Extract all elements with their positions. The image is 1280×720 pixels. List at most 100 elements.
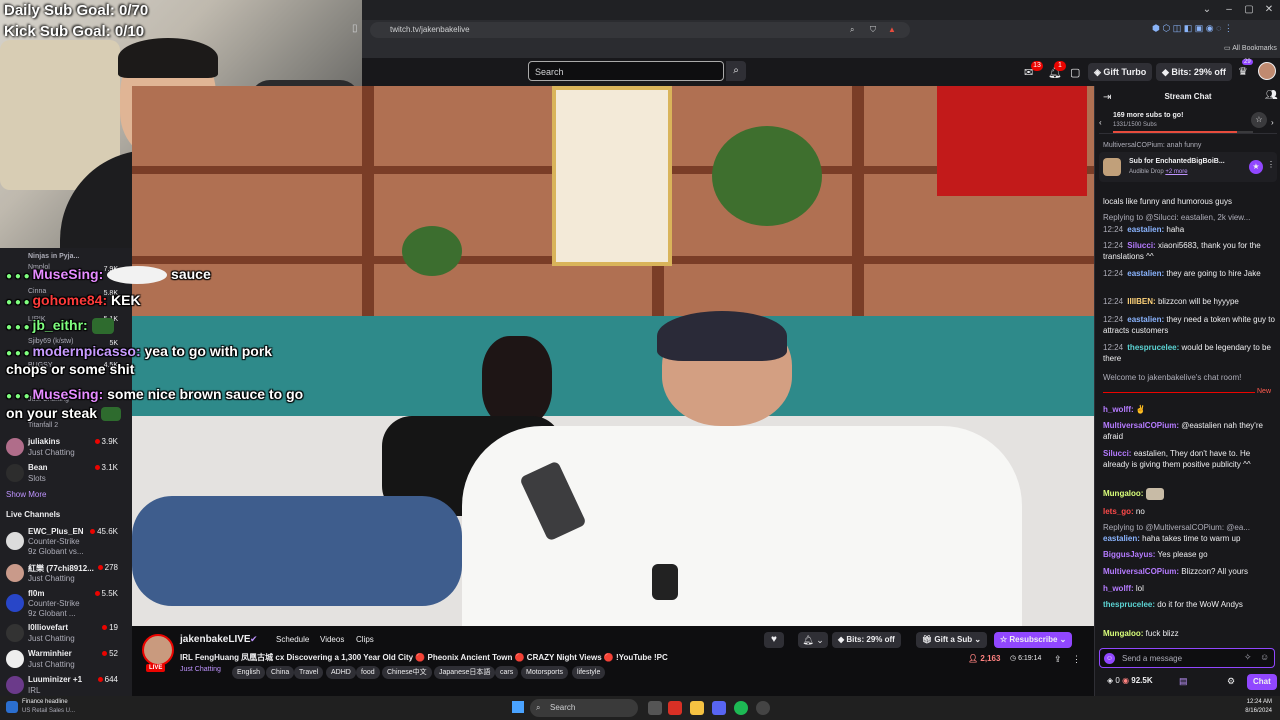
- live-channel-item[interactable]: fl0m Counter-Strike 9z Globant ... 5.5K: [0, 586, 132, 620]
- show-more-link[interactable]: Show More: [6, 490, 46, 499]
- chat-reply: Replying to @MultiversalCOPium: @ea...: [1103, 523, 1250, 532]
- zoom-icon[interactable]: ⌕: [850, 22, 854, 38]
- spotify-icon[interactable]: [734, 701, 748, 715]
- gift-icon[interactable]: ▤: [1179, 676, 1188, 687]
- search-icon[interactable]: ⌕: [726, 61, 746, 81]
- alert-icon[interactable]: ▲: [888, 22, 896, 38]
- prime-crown-icon[interactable]: ♛: [1238, 65, 1248, 78]
- users-icon[interactable]: 👥︎: [1265, 90, 1278, 101]
- close-icon[interactable]: ✕: [1260, 3, 1278, 17]
- viewer-count: 3.9K: [94, 437, 118, 446]
- tag-motorsports[interactable]: Motorsports: [521, 666, 568, 679]
- badge-icon[interactable]: ☺: [1104, 653, 1115, 664]
- folder-icon[interactable]: [690, 701, 704, 715]
- tag-japanese[interactable]: Japanese日本語: [434, 666, 496, 679]
- kick-sub-goal: Kick Sub Goal: 0/10: [4, 23, 145, 40]
- more-options-icon[interactable]: ⋮: [1267, 160, 1275, 169]
- extensions-icons[interactable]: ⬢ ⬡ ◫ ◧ ▣ ◉ ◌ ⋮: [1152, 23, 1233, 34]
- chat-message: 12:24 eastalien: haha: [1103, 225, 1185, 234]
- stream-category[interactable]: Just Chatting: [180, 666, 221, 673]
- channel-name: Bean: [28, 463, 48, 472]
- url-field[interactable]: twitch.tv/jakenbakelive ⌕ ⛉ ▲: [370, 22, 910, 38]
- obs-icon[interactable]: [756, 701, 770, 715]
- hype-progress: 1331/1500 Subs: [1113, 122, 1157, 128]
- video-player[interactable]: [132, 86, 1094, 626]
- tab-clips[interactable]: Clips: [356, 635, 374, 644]
- discord-icon[interactable]: [712, 701, 726, 715]
- viewer-count: 278: [97, 563, 118, 572]
- gift-turbo-button[interactable]: ◈ Gift Turbo: [1088, 63, 1153, 81]
- drop-card[interactable]: Sub for EnchantedBigBoiB... Audible Drop…: [1099, 152, 1277, 182]
- windows-start-icon[interactable]: [512, 701, 524, 713]
- channel-avatar[interactable]: [142, 634, 174, 666]
- star-icon[interactable]: ☆: [1251, 112, 1267, 128]
- channel-game: Just Chatting: [28, 448, 75, 457]
- bookmark-icon[interactable]: ▯: [352, 23, 358, 34]
- more-options-icon[interactable]: ⋮: [1072, 654, 1081, 665]
- tag-china[interactable]: China: [266, 666, 295, 679]
- all-bookmarks[interactable]: ▭ All Bookmarks: [1224, 44, 1277, 52]
- chat-message: MultiversalCOPium: @eastalien nah they'r…: [1103, 421, 1263, 441]
- chat-message: 12:24 eastalien: they need a token white…: [1103, 315, 1275, 335]
- minimize-icon[interactable]: –: [1220, 3, 1238, 17]
- channel-game: Just Chatting: [28, 574, 75, 583]
- channel-game: IRL: [28, 686, 41, 695]
- gift-icon: 🎁︎: [922, 635, 935, 644]
- taskbar-time[interactable]: 12:24 AM: [1220, 699, 1272, 705]
- tag-english[interactable]: English: [232, 666, 265, 679]
- tab-videos[interactable]: Videos: [320, 635, 344, 644]
- search-input[interactable]: Search: [528, 61, 724, 81]
- taskbar-date[interactable]: 8/16/2024: [1220, 708, 1272, 714]
- channel-name[interactable]: jakenbakeLIVE: [180, 634, 251, 645]
- tag-chinese[interactable]: Chinese中文: [382, 666, 432, 679]
- woman-hair: [482, 336, 552, 426]
- channel-avatar: [6, 564, 24, 582]
- tag-lifestyle[interactable]: lifestyle: [572, 666, 606, 679]
- tag-adhd[interactable]: ADHD: [326, 666, 356, 679]
- chevron-down-icon[interactable]: ⌄: [1198, 3, 1216, 17]
- maximize-icon[interactable]: ▢: [1240, 3, 1258, 17]
- channel-game: Slots: [28, 474, 46, 483]
- tab-schedule[interactable]: Schedule: [276, 635, 309, 644]
- taskbar-search[interactable]: ⌕ Search: [530, 699, 638, 717]
- viewer-count: 👤︎ 2,163: [968, 654, 1001, 663]
- resubscribe-button[interactable]: ☆ Resubscribe ⌄: [994, 632, 1073, 648]
- bits-button[interactable]: ◆ Bits: 29% off: [1156, 63, 1232, 81]
- chat-send-button[interactable]: Chat: [1247, 674, 1277, 690]
- channel-extra: 9z Globant vs...: [28, 547, 84, 556]
- live-channel-item[interactable]: EWC_Plus_EN Counter-Strike 9z Globant vs…: [0, 524, 132, 558]
- video-shelf: [852, 86, 864, 336]
- settings-icon[interactable]: ⚙: [1227, 676, 1235, 687]
- share-icon[interactable]: ⇪: [1054, 654, 1062, 665]
- news-title[interactable]: Finance headline: [22, 699, 68, 705]
- chevron-left-icon[interactable]: ‹: [1099, 118, 1102, 127]
- star-icon[interactable]: ★: [1249, 160, 1263, 174]
- tag-cars[interactable]: cars: [495, 666, 519, 679]
- shield-icon[interactable]: ⛉: [870, 22, 876, 38]
- sidebar-channel-bean[interactable]: Bean Slots 3.1K: [0, 460, 132, 490]
- chevron-right-icon[interactable]: ›: [1271, 118, 1274, 127]
- news-icon[interactable]: [6, 701, 18, 713]
- channel-avatar: [6, 464, 24, 482]
- chat-message: MultiversalCOPium: Blizzcon? All yours: [1103, 567, 1248, 576]
- bookmarks-bar: ▭ All Bookmarks: [362, 40, 1280, 60]
- emoji-icon[interactable]: ☺: [1260, 652, 1269, 662]
- heart-icon[interactable]: ♥: [764, 632, 784, 648]
- brave-icon[interactable]: [668, 701, 682, 715]
- avatar[interactable]: [1258, 62, 1276, 80]
- sparkle-icon[interactable]: ✧: [1244, 652, 1252, 663]
- bits-offer-button[interactable]: ◆ Bits: 29% off: [832, 632, 901, 648]
- tag-travel[interactable]: Travel: [294, 666, 324, 679]
- viewer-count: 19: [102, 623, 118, 632]
- chevron-down-icon: ⌄: [1057, 635, 1067, 644]
- whispers-icon[interactable]: ▢: [1070, 66, 1080, 79]
- channel-avatar: [6, 438, 24, 456]
- browser-address-bar: ▯ twitch.tv/jakenbakelive ⌕ ⛉ ▲ ⬢ ⬡ ◫ ◧ …: [352, 20, 1280, 40]
- chat-input[interactable]: ☺ Send a message ✧ ☺: [1099, 648, 1275, 668]
- gift-sub-button[interactable]: 🎁︎ Gift a Sub ⌄: [916, 632, 988, 648]
- chat-welcome: Welcome to jakenbakelive's chat room!: [1103, 373, 1242, 382]
- overlay-chat-line: ● ● ● gohome84: KEK: [6, 292, 141, 308]
- notification-bell-icon[interactable]: 🔔︎ ⌄: [798, 632, 828, 648]
- tag-food[interactable]: food: [356, 666, 380, 679]
- task-view-icon[interactable]: [648, 701, 662, 715]
